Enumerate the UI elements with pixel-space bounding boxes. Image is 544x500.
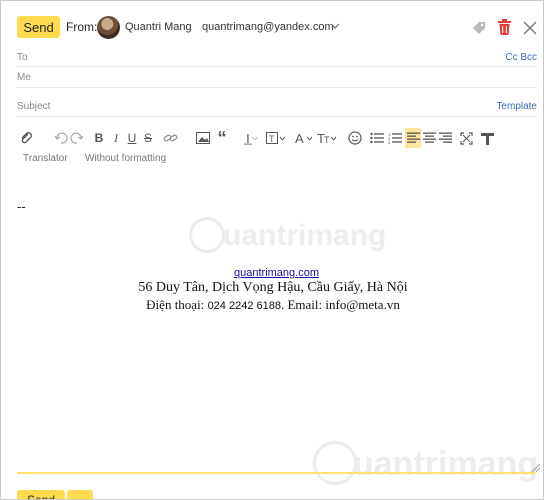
signature-address: 56 Duy Tân, Dịch Vọng Hậu, Cầu Giấy, Hà … [138, 280, 408, 295]
svg-text:T: T [324, 135, 330, 144]
watermark-text: uantrimang [353, 445, 539, 483]
send-button-bottom[interactable]: Send [17, 490, 65, 499]
text-size-icon[interactable]: I̲ ⌵ [240, 128, 264, 148]
attach-icon[interactable] [17, 128, 35, 148]
align-left-icon[interactable] [405, 128, 421, 148]
text-style-icon[interactable]: T [265, 128, 287, 148]
redo-icon[interactable] [69, 128, 85, 148]
send-button[interactable]: Send [17, 16, 60, 38]
underline-icon[interactable]: U [126, 128, 138, 148]
signature-email: . Email: info@meta.vn [280, 297, 400, 312]
signature-contact: Điện thoại: 024 2242 6188. Email: info@m… [1, 297, 543, 313]
undo-icon[interactable] [53, 128, 69, 148]
avatar [97, 16, 120, 39]
emoji-icon[interactable] [347, 128, 363, 148]
quote-icon[interactable]: “ [215, 128, 229, 148]
subject-label: Subject [17, 101, 51, 112]
watermark-logo-icon [189, 217, 225, 253]
chevron-down-icon[interactable] [330, 22, 340, 30]
fullscreen-icon[interactable] [458, 128, 474, 148]
watermark-text: uantrimang [223, 219, 387, 252]
bullet-list-icon[interactable]: 123 [387, 128, 403, 148]
link-icon[interactable] [161, 128, 179, 148]
italic-icon[interactable]: I [110, 128, 122, 148]
close-icon[interactable] [522, 20, 538, 36]
me-label: Me [17, 72, 31, 83]
svg-text:T: T [269, 134, 275, 144]
watermark-logo-icon [313, 441, 357, 485]
compose-header: Send From: Quantri Mang quantrimang@yand… [1, 1, 543, 47]
strikethrough-icon[interactable]: S [142, 128, 154, 148]
subject-field[interactable]: Subject Template [16, 97, 537, 117]
resize-handle-icon[interactable] [532, 464, 540, 472]
me-field[interactable]: Me [16, 69, 537, 88]
without-formatting-button[interactable]: Without formatting [85, 153, 166, 164]
svg-text:A: A [295, 132, 304, 144]
from-label: From: [66, 20, 98, 34]
to-field[interactable]: To Cc Bcc [16, 49, 537, 67]
bold-icon[interactable]: B [93, 128, 105, 148]
signature-phone-label: Điện thoại: [146, 297, 205, 312]
align-center-icon[interactable] [421, 128, 437, 148]
to-label: To [17, 52, 28, 63]
signature-link[interactable]: quantrimang.com [234, 267, 319, 279]
translator-button[interactable]: Translator [23, 153, 68, 164]
from-name: Quantri Mang [125, 21, 192, 33]
from-email-select[interactable]: quantrimang@yandex.com [202, 21, 334, 33]
trash-icon[interactable] [497, 19, 512, 36]
send-options-button[interactable] [67, 490, 93, 499]
cc-bcc-link[interactable]: Cc Bcc [505, 52, 537, 63]
compose-window: Send From: Quantri Mang quantrimang@yand… [0, 0, 544, 500]
font-color-icon[interactable]: A [295, 128, 315, 148]
font-family-icon[interactable]: TT [317, 128, 339, 148]
svg-text:3: 3 [388, 140, 391, 144]
tag-icon[interactable] [471, 20, 487, 36]
numbered-list-icon[interactable] [369, 128, 385, 148]
align-right-icon[interactable] [437, 128, 453, 148]
signature-phone: 024 2242 6188 [207, 300, 281, 312]
image-icon[interactable] [195, 128, 211, 148]
signature-separator: -- [17, 199, 26, 214]
clear-format-icon[interactable] [479, 128, 495, 148]
template-link[interactable]: Template [496, 101, 537, 112]
format-toolbar: B I U S “ I̲ ⌵ T A TT 123 [17, 128, 527, 148]
editor-bottom-border [17, 472, 535, 474]
